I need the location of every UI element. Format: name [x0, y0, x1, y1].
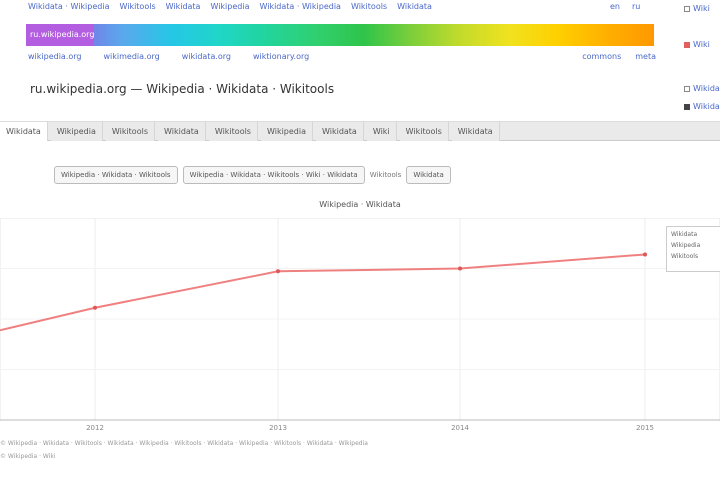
tab-item[interactable]: Wiki	[366, 122, 397, 141]
footer-line-2: © Wikipedia · Wiki	[0, 453, 56, 460]
top-link[interactable]: Wikidata	[166, 2, 201, 18]
top-link-right[interactable]: ru	[632, 2, 640, 11]
chart-legend: Wikidata Wikipedia Wikitools	[666, 226, 720, 272]
bottom-link-right[interactable]: meta	[635, 52, 656, 64]
tab-item[interactable]: Wikidata	[451, 122, 500, 141]
tab-item[interactable]: Wikidata	[158, 122, 206, 141]
x-tick-label: 2013	[269, 424, 287, 432]
page-title: ru.wikipedia.org — Wikipedia · Wikidata …	[30, 82, 335, 96]
filter-button[interactable]: Wikidata	[406, 166, 451, 184]
filter-button[interactable]: Wikipedia · Wikidata · Wikitools · Wiki …	[182, 166, 365, 184]
bottom-link[interactable]: wikidata.org	[182, 52, 231, 64]
checkbox-icon[interactable]	[684, 85, 690, 92]
top-link-right[interactable]: en	[610, 2, 620, 11]
legend-entry: Wikipedia	[671, 242, 701, 249]
line-chart: 2012 2013 2014 2015	[0, 218, 720, 432]
bottom-link[interactable]: wiktionary.org	[253, 52, 309, 64]
x-tick-label: 2015	[636, 424, 654, 432]
bottom-links: wikipedia.org wikimedia.org wikidata.org wi…	[28, 52, 656, 64]
tab-item[interactable]: Wikitools	[208, 122, 258, 141]
right-column-item[interactable]: Wiki	[684, 4, 710, 13]
right-column: Wiki Wiki Wikidata Wikidata	[680, 0, 720, 120]
checkbox-icon[interactable]	[684, 41, 690, 48]
tab-item[interactable]: Wikipedia	[50, 122, 103, 141]
bottom-links-right: commons meta	[582, 52, 656, 64]
data-point	[93, 305, 97, 310]
data-point	[276, 269, 280, 274]
right-column-item[interactable]: Wikidata	[684, 84, 720, 93]
filter-button[interactable]: Wikipedia · Wikidata · Wikitools	[54, 166, 178, 184]
bottom-link[interactable]: wikipedia.org	[28, 52, 82, 64]
checkbox-icon[interactable]	[684, 103, 690, 110]
top-link[interactable]: Wikidata · Wikipedia	[259, 2, 340, 18]
tab-item[interactable]: Wikidata	[316, 122, 364, 141]
chart-title: Wikipedia · Wikidata	[319, 200, 401, 209]
bottom-link[interactable]: wikimedia.org	[104, 52, 160, 64]
tab-bar: Wikidata Wikipedia Wikitools Wikidata Wikito…	[0, 121, 720, 141]
tab-item[interactable]: Wikitools	[399, 122, 449, 141]
footer-line-1: © Wikipedia · Wikidata · Wikitools · Wik…	[0, 440, 368, 447]
legend-entry: Wikidata	[671, 231, 698, 238]
top-links: Wikidata · Wikipedia Wikitools Wikidata Wik…	[28, 2, 432, 18]
top-link[interactable]: Wikidata · Wikipedia	[28, 2, 109, 18]
top-link[interactable]: Wikitools	[119, 2, 155, 18]
right-column-label: Wikidata	[693, 102, 720, 111]
x-tick-label: 2014	[451, 424, 469, 432]
data-point	[458, 266, 462, 271]
tab-item[interactable]: Wikipedia	[260, 122, 313, 141]
top-link[interactable]: Wikidata	[397, 2, 432, 18]
x-tick-label: 2012	[86, 424, 104, 432]
checkbox-icon[interactable]	[684, 5, 690, 12]
right-column-item[interactable]: Wikidata	[684, 102, 720, 111]
tab-item[interactable]: Wikidata	[0, 122, 48, 141]
right-column-label: Wiki	[693, 4, 710, 13]
bottom-link-right[interactable]: commons	[582, 52, 621, 64]
right-column-label: Wiki	[693, 40, 710, 49]
footer: © Wikipedia · Wikidata · Wikitools · Wik…	[0, 440, 720, 472]
right-column-label: Wikidata	[693, 84, 720, 93]
legend-entry: Wikitools	[671, 253, 699, 260]
color-scale-bar: ru.wikipedia.org	[26, 24, 654, 46]
top-link[interactable]: Wikipedia	[210, 2, 249, 18]
filter-bar: Wikipedia · Wikidata · Wikitools Wikipedi…	[54, 166, 451, 184]
data-point	[643, 252, 647, 257]
top-link[interactable]: Wikitools	[351, 2, 387, 18]
top-links-right: en ru	[610, 2, 640, 11]
selected-segment[interactable]: ru.wikipedia.org	[26, 24, 94, 46]
tab-item[interactable]: Wikitools	[105, 122, 155, 141]
right-column-item[interactable]: Wiki	[684, 40, 710, 49]
filter-button[interactable]: Wikitools	[370, 171, 402, 179]
